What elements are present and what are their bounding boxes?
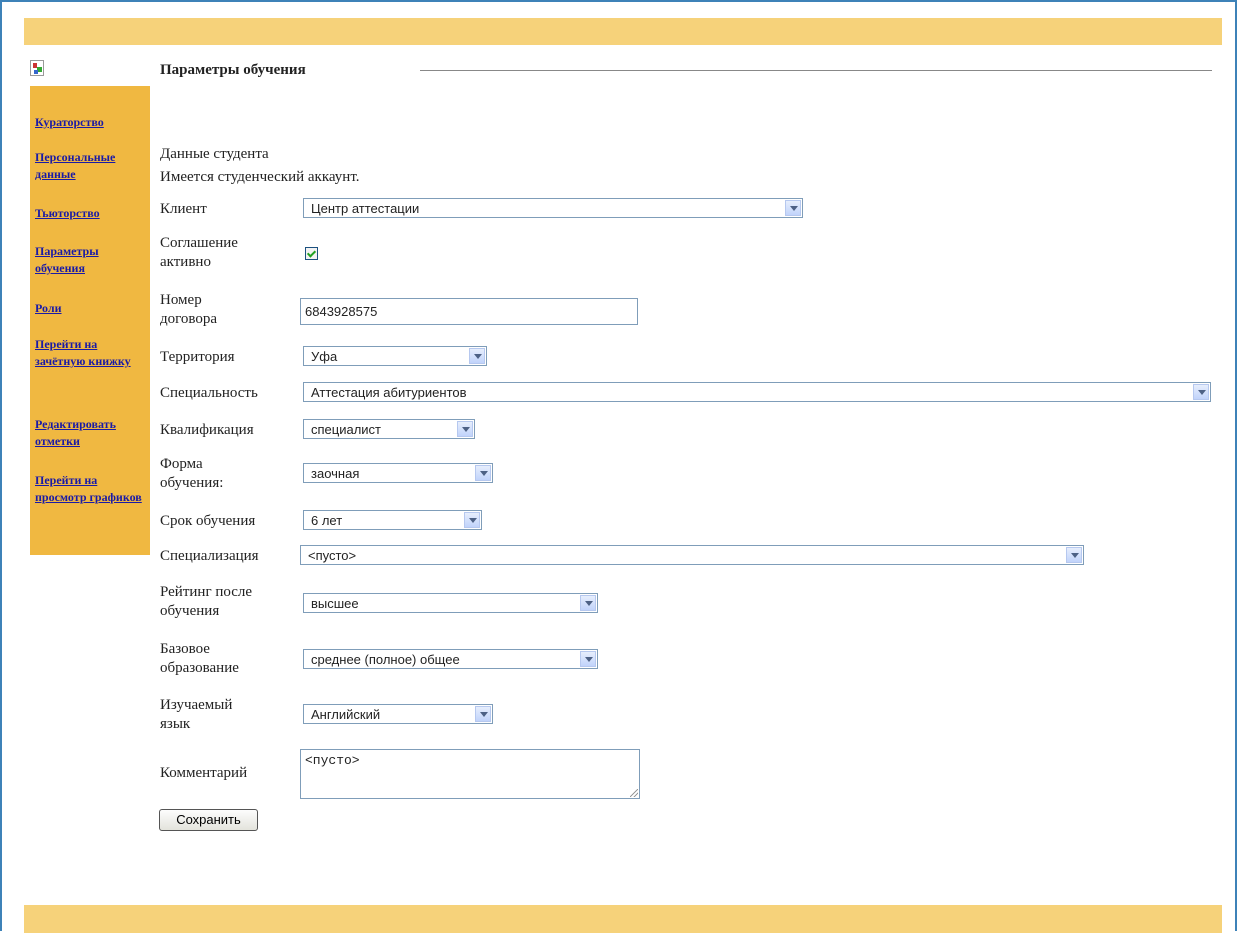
rating-label: Рейтинг после обучения (160, 584, 253, 619)
language-select[interactable]: Английский (303, 704, 493, 724)
duration-label: Срок обучения (160, 513, 256, 529)
specialty-value: Аттестация абитуриентов (311, 385, 467, 400)
territory-value: Уфа (311, 349, 338, 364)
chevron-down-icon (464, 512, 480, 528)
study-form-select[interactable]: заочная (303, 463, 493, 483)
study-form-value: заочная (311, 466, 360, 481)
student-data-heading: Данные студента (160, 146, 269, 162)
footer-band (24, 905, 1222, 933)
chevron-down-icon (475, 465, 491, 481)
comment-label: Комментарий (160, 765, 248, 781)
sidebar-item-edit-marks[interactable]: Редактировать отметки (35, 416, 149, 450)
sidebar-item-personal-data[interactable]: Персональные данные (35, 149, 149, 183)
chevron-down-icon (1066, 547, 1082, 563)
resize-grip-icon[interactable] (630, 789, 638, 797)
chevron-down-icon (1193, 384, 1209, 400)
specialty-select[interactable]: Аттестация абитуриентов (303, 382, 1211, 402)
specialization-select[interactable]: <пусто> (300, 545, 1084, 565)
comment-textarea[interactable]: <пусто> (300, 749, 640, 799)
chevron-down-icon (785, 200, 801, 216)
chevron-down-icon (580, 651, 596, 667)
chevron-down-icon (469, 348, 485, 364)
agreement-label: Соглашение активно (160, 235, 238, 270)
agreement-checkbox[interactable] (305, 247, 318, 260)
sidebar: Кураторство Персональные данные Тьюторст… (30, 86, 150, 555)
broken-image-icon (30, 60, 44, 76)
client-select[interactable]: Центр аттестации (303, 198, 803, 218)
sidebar-item-gradebook[interactable]: Перейти на зачётную книжку (35, 336, 149, 370)
account-status: Имеется студенческий аккаунт. (160, 169, 360, 185)
contract-label: Номер договора (160, 292, 218, 327)
duration-select[interactable]: 6 лет (303, 510, 482, 530)
language-label: Изучаемый язык (160, 697, 233, 732)
specialty-label: Специальность (160, 385, 258, 401)
client-value: Центр аттестации (311, 201, 420, 216)
territory-select[interactable]: Уфа (303, 346, 487, 366)
comment-value: <пусто> (305, 753, 360, 768)
rating-value: высшее (311, 596, 359, 611)
specialization-value: <пусто> (308, 548, 357, 563)
header-band (24, 18, 1222, 45)
base-education-value: среднее (полное) общее (311, 652, 460, 667)
chevron-down-icon (580, 595, 596, 611)
chevron-down-icon (475, 706, 491, 722)
specialization-label: Специализация (160, 548, 259, 564)
territory-label: Территория (160, 349, 235, 365)
rating-select[interactable]: высшее (303, 593, 598, 613)
qualification-select[interactable]: специалист (303, 419, 475, 439)
sidebar-item-tutoring[interactable]: Тьюторство (35, 205, 149, 222)
page-title: Параметры обучения (160, 62, 306, 78)
sidebar-item-study-params[interactable]: Параметры обучения (35, 243, 149, 277)
sidebar-item-curatorship[interactable]: Кураторство (35, 114, 149, 131)
qualification-value: специалист (311, 422, 382, 437)
sidebar-item-schedules[interactable]: Перейти на просмотр графиков (35, 472, 149, 506)
sidebar-item-roles[interactable]: Роли (35, 300, 149, 317)
duration-value: 6 лет (311, 513, 343, 528)
study-form-label: Форма обучения: (160, 456, 224, 491)
contract-number-input[interactable]: 6843928575 (300, 298, 638, 325)
title-divider (420, 70, 1212, 71)
base-education-label: Базовое образование (160, 641, 239, 676)
language-value: Английский (311, 707, 381, 722)
base-education-select[interactable]: среднее (полное) общее (303, 649, 598, 669)
qualification-label: Квалификация (160, 422, 254, 438)
chevron-down-icon (457, 421, 473, 437)
save-button[interactable]: Сохранить (159, 809, 258, 831)
client-label: Клиент (160, 201, 207, 217)
